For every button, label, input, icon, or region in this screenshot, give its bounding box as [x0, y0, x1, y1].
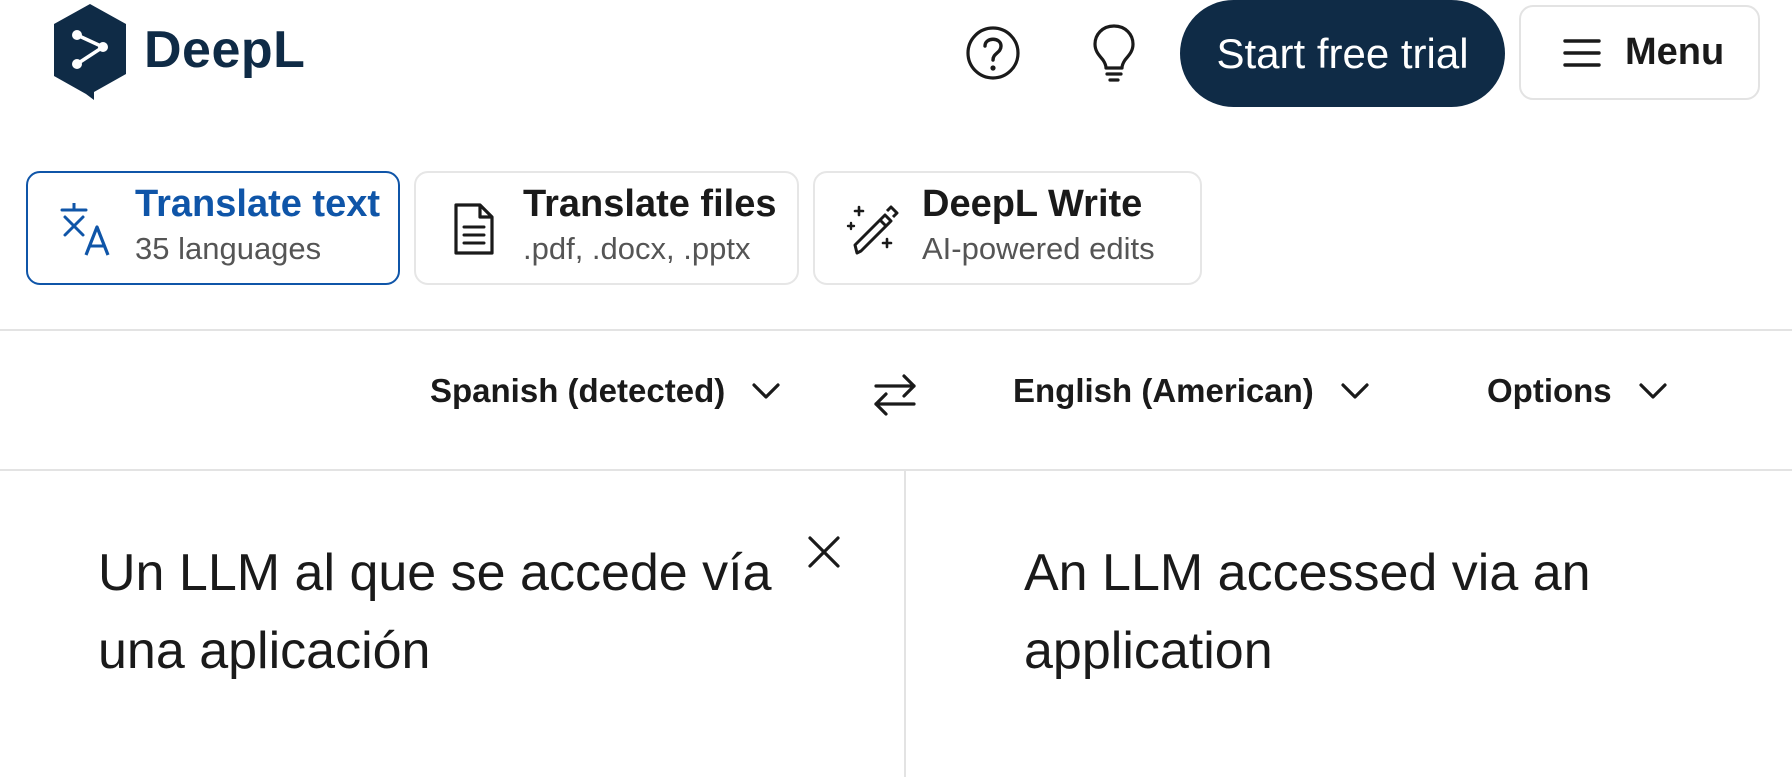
brand-name[interactable]: DeepL: [144, 20, 305, 80]
target-language-label: English (American): [1013, 372, 1314, 409]
chevron-down-icon: [1341, 383, 1369, 399]
section-divider: [0, 469, 1792, 471]
tab-title: Translate text: [135, 183, 380, 225]
translation-output[interactable]: An LLM accessed via an application: [1024, 534, 1724, 690]
close-icon[interactable]: [806, 534, 842, 570]
tab-title: Translate files: [523, 183, 777, 225]
start-free-trial-button[interactable]: Start free trial: [1180, 0, 1505, 107]
language-bar: Spanish (detected) English (American) Op…: [0, 331, 1792, 469]
document-icon: [454, 203, 494, 255]
chevron-down-icon: [752, 383, 780, 399]
menu-button[interactable]: Menu: [1519, 5, 1760, 100]
top-header: DeepL Start free trial Menu: [0, 0, 1792, 110]
source-language-select[interactable]: Spanish (detected): [430, 361, 781, 421]
question-circle-icon[interactable]: [964, 24, 1022, 82]
magic-pen-icon: [846, 205, 899, 255]
swap-languages-icon[interactable]: [872, 373, 918, 417]
translate-icon: [60, 203, 110, 256]
hamburger-menu-icon: [1563, 38, 1601, 67]
deepl-logo-icon[interactable]: [50, 4, 130, 100]
source-text-input[interactable]: Un LLM al que se accede vía una aplicaci…: [98, 534, 798, 690]
menu-button-label: Menu: [1625, 31, 1725, 73]
pane-divider: [904, 471, 906, 777]
tab-translate-text[interactable]: Translate text 35 languages: [26, 171, 400, 285]
options-dropdown[interactable]: Options: [1487, 361, 1668, 421]
source-language-label: Spanish (detected): [430, 372, 726, 409]
tab-subtitle: 35 languages: [135, 231, 322, 266]
target-language-select[interactable]: English (American): [1013, 361, 1370, 421]
tab-deepl-write[interactable]: DeepL Write AI-powered edits: [813, 171, 1202, 285]
lightbulb-icon[interactable]: [1088, 22, 1140, 82]
chevron-down-icon: [1639, 383, 1667, 399]
tab-subtitle: .pdf, .docx, .pptx: [523, 231, 751, 266]
tab-subtitle: AI-powered edits: [922, 231, 1155, 266]
tab-title: DeepL Write: [922, 183, 1143, 225]
options-label: Options: [1487, 372, 1612, 409]
tab-translate-files[interactable]: Translate files .pdf, .docx, .pptx: [414, 171, 799, 285]
